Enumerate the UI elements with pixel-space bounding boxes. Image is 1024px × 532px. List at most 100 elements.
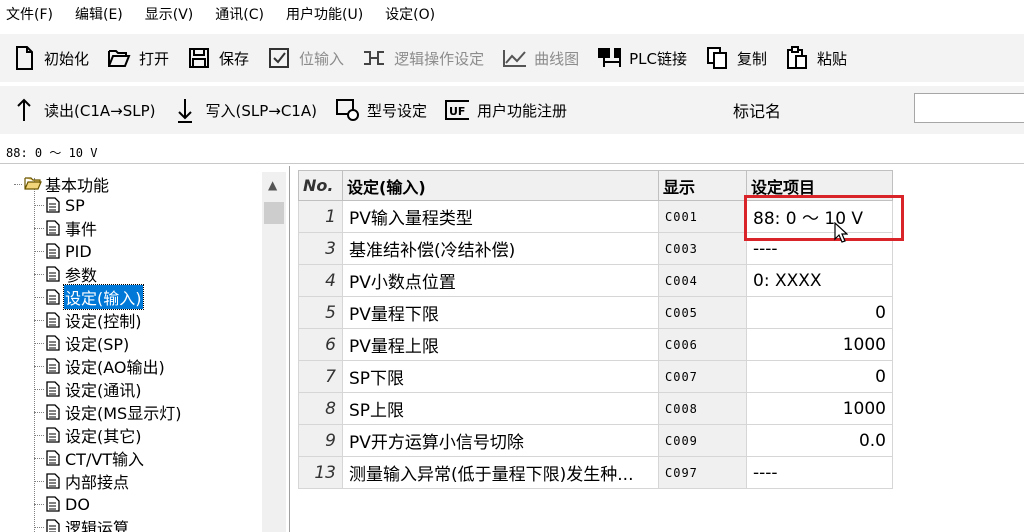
tree-item-connector: [34, 480, 44, 482]
menu-file[interactable]: 文件(F): [6, 4, 53, 24]
tree-scrollbar[interactable]: ▲: [262, 172, 286, 532]
row-name: PV输入量程类型: [342, 200, 659, 233]
tree-item-label: 内部接点: [65, 473, 130, 492]
row-value-cell[interactable]: 1000: [746, 392, 893, 425]
copy-button[interactable]: 复制: [693, 38, 773, 78]
tree-item[interactable]: 设定(输入): [34, 284, 144, 310]
bit-input-label: 位输入: [299, 49, 345, 68]
row-value-cell[interactable]: 1000: [746, 328, 893, 361]
table-row[interactable]: 9 PV开方运算小信号切除 C009 0.0: [298, 424, 893, 457]
document-icon: [46, 220, 60, 236]
tree-root[interactable]: 基本功能: [14, 172, 109, 196]
tree-item-label: 参数: [65, 266, 98, 285]
more-button[interactable]: [1010, 38, 1024, 78]
user-function-register-button[interactable]: UF 用户功能注册: [433, 90, 573, 130]
tree-item-connector: [34, 526, 44, 528]
write-button[interactable]: 写入(SLP→C1A): [161, 90, 322, 130]
open-label: 打开: [139, 49, 170, 68]
tree-item[interactable]: 事件: [34, 217, 98, 239]
tree-item-label: 设定(输入): [63, 284, 144, 310]
document-icon: [46, 519, 60, 532]
tree-item[interactable]: 设定(通讯): [34, 378, 143, 400]
tree-item[interactable]: 设定(控制): [34, 309, 143, 331]
row-name: PV量程上限: [342, 328, 659, 361]
tree-item[interactable]: PID: [34, 240, 93, 262]
tree-item[interactable]: 设定(MS显示灯): [34, 401, 182, 423]
uf-icon: UF: [444, 98, 469, 122]
open-folder-icon: [107, 46, 131, 70]
row-number: 9: [298, 424, 343, 457]
tree-item-connector: [34, 204, 44, 206]
row-number: 13: [298, 456, 343, 489]
marker-name-label: 标记名: [733, 102, 782, 121]
chart-button[interactable]: 曲线图: [490, 38, 585, 78]
document-icon: [46, 358, 60, 374]
plc-link-button[interactable]: PLC链接: [585, 38, 693, 78]
read-label: 读出(C1A→SLP): [44, 101, 156, 120]
tree-item-label: 事件: [65, 220, 98, 239]
tree-item[interactable]: DO: [34, 493, 91, 515]
init-button[interactable]: 初始化: [0, 38, 95, 78]
tree-item[interactable]: 内部接点: [34, 470, 130, 492]
document-icon: [46, 243, 60, 259]
row-value-cell[interactable]: 0: [746, 360, 893, 393]
tree-item[interactable]: 逻辑运算: [34, 516, 130, 532]
table-row[interactable]: 5 PV量程下限 C005 0: [298, 296, 893, 329]
tree-item[interactable]: 设定(SP): [34, 332, 130, 354]
paste-button[interactable]: 粘贴: [773, 38, 853, 78]
model-settings-icon: [335, 98, 359, 122]
scroll-thumb[interactable]: [264, 202, 284, 224]
model-settings-button[interactable]: 型号设定: [323, 90, 433, 130]
row-display-code: C004: [658, 264, 747, 297]
menu-edit[interactable]: 编辑(E): [75, 4, 123, 24]
save-icon: [187, 46, 211, 70]
header-display[interactable]: 显示: [658, 170, 747, 201]
tree-item-label: 设定(通讯): [65, 381, 142, 400]
row-value-cell[interactable]: ----: [746, 456, 893, 489]
menu-settings[interactable]: 设定(O): [385, 4, 435, 24]
menu-view[interactable]: 显示(V): [145, 4, 194, 24]
row-display-code: C005: [658, 296, 747, 329]
bit-input-button[interactable]: 位输入: [255, 38, 350, 78]
menu-communication[interactable]: 通讯(C): [215, 4, 264, 24]
plc-link-label: PLC链接: [629, 49, 687, 68]
tree-item-label: 设定(AO输出): [65, 358, 165, 377]
tree-item-connector: [34, 250, 44, 252]
table-row[interactable]: 7 SP下限 C007 0: [298, 360, 893, 393]
document-icon: [46, 427, 60, 443]
tree-item-label: 设定(MS显示灯): [65, 404, 182, 423]
tree-item-label: PID: [65, 241, 92, 261]
tree-item[interactable]: 设定(AO输出): [34, 355, 166, 377]
open-button[interactable]: 打开: [95, 38, 175, 78]
document-icon: [46, 473, 60, 489]
copy-label: 复制: [736, 49, 767, 68]
logic-settings-button[interactable]: 逻辑操作设定: [350, 38, 490, 78]
tree-item[interactable]: 设定(其它): [34, 424, 143, 446]
save-button[interactable]: 保存: [175, 38, 255, 78]
table-row[interactable]: 4 PV小数点位置 C004 0: XXXX: [298, 264, 893, 297]
header-name[interactable]: 设定(输入): [342, 170, 659, 201]
tree-item[interactable]: CT/VT输入: [34, 447, 145, 469]
tree-item-connector: [34, 342, 44, 344]
scroll-up-icon[interactable]: ▲: [268, 178, 277, 192]
tree-item-connector: [34, 434, 44, 436]
row-value-cell[interactable]: 0.0: [746, 424, 893, 457]
row-display-code: C097: [658, 456, 747, 489]
tree-item[interactable]: SP: [34, 194, 86, 216]
tree-item-connector: [34, 319, 44, 321]
marker-name-input[interactable]: [914, 93, 1024, 123]
menu-user-function[interactable]: 用户功能(U): [286, 4, 363, 24]
table-row[interactable]: 13 测量输入异常(低于量程下限)发生种... C097 ----: [298, 456, 893, 489]
tree-item-connector: [34, 411, 44, 413]
header-no[interactable]: No.: [298, 170, 343, 201]
read-button[interactable]: 读出(C1A→SLP): [0, 90, 161, 130]
table-row[interactable]: 8 SP上限 C008 1000: [298, 392, 893, 425]
document-icon: [46, 266, 60, 282]
tree-item[interactable]: 参数: [34, 263, 98, 285]
row-number: 4: [298, 264, 343, 297]
tree-item-label: 逻辑运算: [65, 519, 130, 532]
table-row[interactable]: 6 PV量程上限 C006 1000: [298, 328, 893, 361]
row-value-cell[interactable]: 0: [746, 296, 893, 329]
row-value-cell[interactable]: 0: XXXX: [746, 264, 893, 297]
document-icon: [46, 335, 60, 351]
